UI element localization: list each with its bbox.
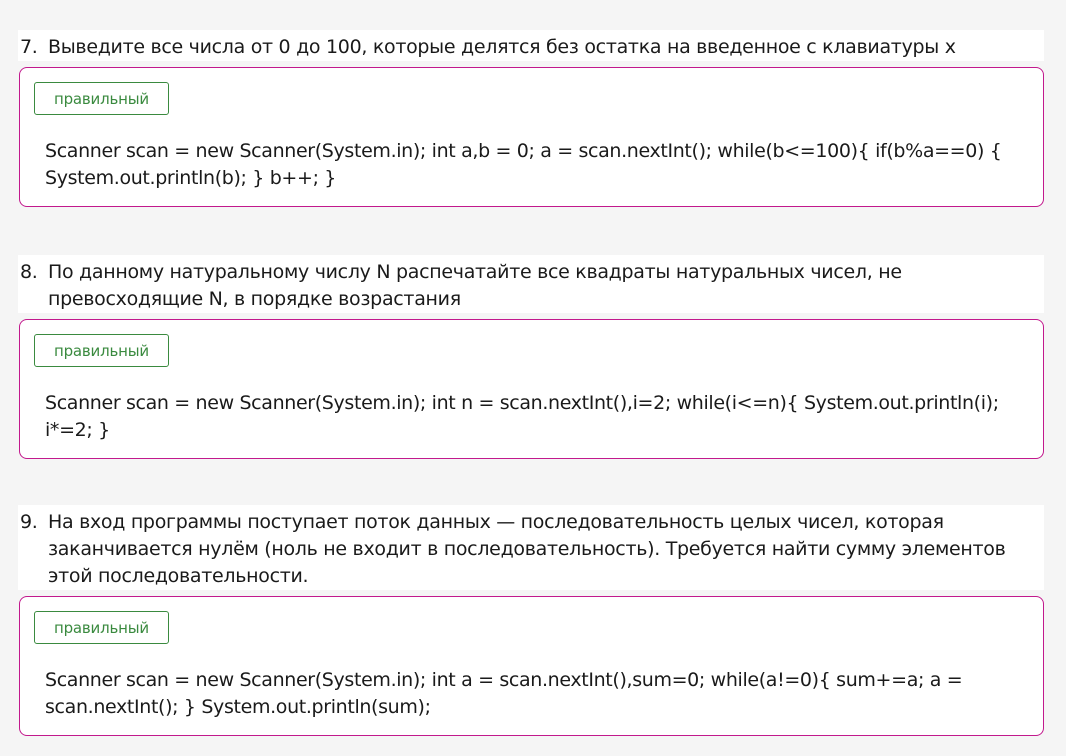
status-badge: правильный	[34, 82, 169, 115]
question-8: 8. По данному натуральному числу N распе…	[0, 255, 1044, 459]
question-7: 7. Выведите все числа от 0 до 100, котор…	[0, 30, 1044, 207]
question-number: 9.	[20, 511, 38, 533]
question-prompt: 9. На вход программы поступает поток дан…	[18, 505, 1044, 590]
question-prompt: 7. Выведите все числа от 0 до 100, котор…	[18, 30, 1044, 61]
status-badge: правильный	[34, 611, 169, 644]
answer-text: Scanner scan = new Scanner(System.in); i…	[45, 669, 963, 718]
question-number: 8.	[20, 261, 38, 283]
answer-text: Scanner scan = new Scanner(System.in); i…	[45, 140, 1002, 189]
question-prompt: 8. По данному натуральному числу N распе…	[18, 255, 1044, 313]
question-text: Выведите все числа от 0 до 100, которые …	[48, 36, 956, 58]
answer-box: правильный Scanner scan = new Scanner(Sy…	[19, 596, 1044, 736]
question-9: 9. На вход программы поступает поток дан…	[0, 505, 1044, 736]
answer-box: правильный Scanner scan = new Scanner(Sy…	[19, 319, 1044, 459]
question-text: По данному натуральному числу N распечат…	[48, 261, 902, 310]
answer-text: Scanner scan = new Scanner(System.in); i…	[45, 392, 999, 441]
status-badge: правильный	[34, 334, 169, 367]
answer-box: правильный Scanner scan = new Scanner(Sy…	[19, 67, 1044, 207]
question-number: 7.	[20, 36, 38, 58]
question-text: На вход программы поступает поток данных…	[48, 511, 1006, 587]
